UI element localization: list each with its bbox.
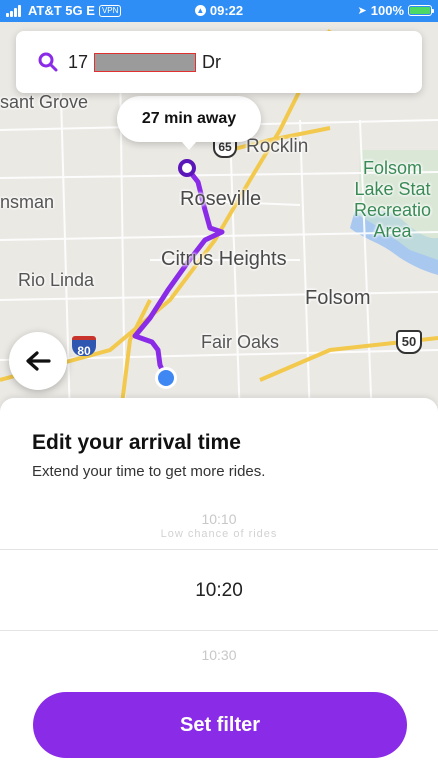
address-suffix: Dr [202,51,222,72]
battery-percent: 100% [370,3,404,18]
status-bar: AT&T 5G E VPN ▲ 09:22 ➤ 100% [0,0,438,22]
user-location-dot [158,370,174,386]
picker-divider-top [0,549,438,550]
location-services-icon: ▲ [194,5,206,16]
picker-option-below[interactable]: 10:30 [0,647,438,663]
search-bar[interactable]: 17 Dr [16,31,422,93]
us-50-shield: 50 [396,330,422,354]
map-label-folsom: Folsom [305,287,371,309]
map-label-rocklin: Rocklin [246,136,309,157]
map-label-ensman: nsman [0,192,55,212]
location-arrow-icon: ➤ [357,5,367,17]
arrow-left-icon [26,351,51,371]
back-button[interactable] [9,332,67,390]
map-label-folsom-lake: Folsom Lake Stat Recreatio Area [354,158,432,241]
destination-marker [178,159,196,177]
address-prefix: 17 [68,51,89,72]
status-time: 09:22 [209,3,244,18]
picker-option-selected[interactable]: 10:20 [0,580,438,602]
set-filter-button[interactable]: Set filter [33,692,407,758]
picker-divider-bottom [0,630,438,631]
search-icon [38,52,58,72]
picker-option-above[interactable]: 10:10 [0,511,438,527]
map-label-fair-oaks: Fair Oaks [201,332,280,352]
arrival-time-sheet: Edit your arrival time Extend your time … [0,398,438,780]
search-input[interactable]: 17 Dr [68,52,221,73]
map-label-roseville: Roseville [180,188,262,210]
redacted-address [94,52,197,72]
sheet-subtitle: Extend your time to get more rides. [32,463,266,480]
sheet-title: Edit your arrival time [32,431,241,454]
map-label-rio-linda: Rio Linda [18,270,95,290]
eta-bubble: 27 min away [117,96,261,150]
picker-option-above-note: Low chance of rides [160,528,278,540]
battery-icon [408,5,434,16]
map-label-citrus-heights: Citrus Heights [161,248,287,270]
map-label-pleasant-grove: sant Grove [0,92,89,112]
interstate-80-shield: 80 [72,336,96,358]
